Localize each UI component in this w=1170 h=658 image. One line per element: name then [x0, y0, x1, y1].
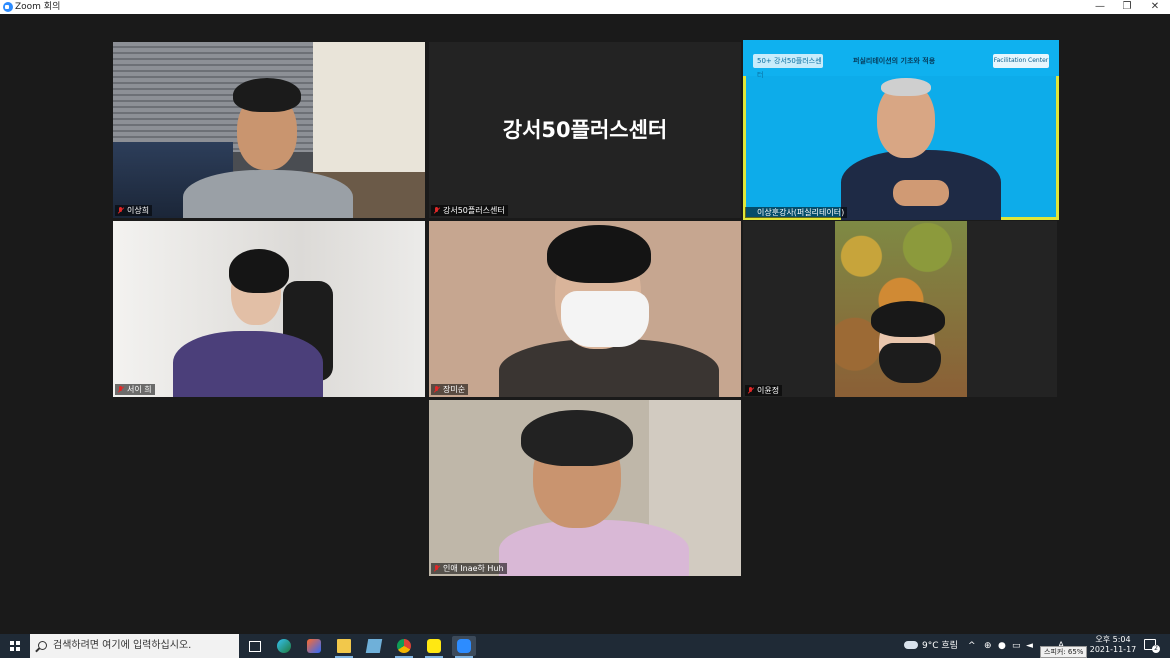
participant-body — [183, 170, 353, 218]
taskbar-edge[interactable] — [272, 636, 296, 656]
participant-6-video — [835, 221, 967, 397]
display-icon[interactable]: ▭ — [1012, 634, 1021, 658]
video-tile-participant-7[interactable]: 인애 Inae하 Huh — [429, 400, 741, 576]
participant-name-label: 서이 희 — [115, 384, 155, 395]
participant-name: 서이 희 — [127, 385, 152, 394]
muted-mic-icon — [434, 565, 440, 572]
network-icon[interactable]: ⊕ — [984, 634, 992, 658]
taskbar-search-box[interactable]: 검색하려면 여기에 입력하십시오. — [30, 634, 239, 658]
taskbar-notepad[interactable] — [362, 636, 386, 656]
task-view-button[interactable] — [243, 636, 267, 656]
participant-name-label: 이상훈강사(퍼실리테이터) — [745, 207, 848, 218]
minimize-button[interactable]: — — [1086, 0, 1114, 14]
clock-date: 2021-11-17 — [1089, 645, 1137, 654]
participant-hands — [893, 180, 949, 206]
speaker-volume-tooltip: 스피커: 65% — [1040, 646, 1088, 658]
clock-time: 오후 5:04 — [1095, 635, 1131, 644]
participant-hair — [547, 225, 651, 283]
zoom-app-icon — [3, 2, 13, 12]
search-placeholder: 검색하려면 여기에 입력하십시오. — [53, 640, 192, 651]
taskbar-clock[interactable]: 오후 5:04 2021-11-17 — [1088, 635, 1138, 655]
muted-mic-icon — [748, 387, 754, 394]
chevron-up-icon[interactable]: ^ — [968, 634, 976, 658]
notification-center-icon[interactable]: 2 — [1144, 639, 1160, 653]
folder-icon — [337, 639, 351, 653]
participant-name: 장미순 — [443, 385, 466, 394]
zoom-icon — [457, 639, 471, 653]
participant-hair — [881, 78, 931, 96]
slide-banner: 50+ 강서50플러스센터 퍼실리테이션의 기초와 적용 Facilitatio… — [743, 40, 1059, 79]
participant-body — [173, 331, 323, 397]
windows-taskbar: 검색하려면 여기에 입력하십시오. 9°C 흐림 ^ ⊕ ● ▭ ◄ A 오후 … — [0, 634, 1170, 658]
participant-name: 인애 Inae하 Huh — [443, 564, 504, 573]
taskbar-chrome[interactable] — [392, 636, 416, 658]
participant-name: 이상희 — [127, 206, 150, 215]
taskbar-file-explorer[interactable] — [332, 636, 356, 658]
muted-mic-icon — [118, 386, 124, 393]
participant-hair — [871, 301, 945, 337]
taskbar-app-orange[interactable] — [302, 636, 326, 656]
taskbar-zoom[interactable] — [452, 636, 476, 658]
kakaotalk-icon — [427, 639, 441, 653]
participant-name: 강서50플러스센터 — [443, 206, 505, 215]
taskbar-kakaotalk[interactable] — [422, 636, 446, 658]
participant-name-label: 장미순 — [431, 384, 469, 395]
participant-hair — [229, 249, 289, 293]
edge-icon — [277, 639, 291, 653]
participant-hair — [521, 410, 633, 466]
windows-logo-icon — [10, 641, 20, 651]
participant-name-label: 이윤정 — [745, 385, 783, 396]
muted-mic-icon — [434, 207, 440, 214]
chrome-icon — [397, 639, 411, 653]
muted-mic-icon — [434, 386, 440, 393]
center-logo: 50+ 강서50플러스센터 — [753, 54, 823, 79]
title-bar: Zoom 회의 — ❐ ✕ — [0, 0, 1170, 14]
microphone-icon[interactable]: ● — [998, 634, 1006, 658]
face-mask — [879, 343, 941, 383]
participant-hair — [233, 78, 301, 112]
participant-name-label: 인애 Inae하 Huh — [431, 563, 507, 574]
notepad-icon — [365, 639, 383, 653]
video-tile-active-speaker[interactable]: 50+ 강서50플러스센터 퍼실리테이션의 기초와 적용 Facilitatio… — [743, 40, 1059, 220]
participant-name: 이윤정 — [757, 386, 780, 395]
video-tile-participant-4[interactable]: 서이 희 — [113, 221, 425, 397]
slide-title: 퍼실리테이션의 기초와 적용 — [853, 57, 936, 65]
close-button[interactable]: ✕ — [1141, 0, 1169, 14]
search-icon — [38, 641, 47, 650]
video-tile-participant-1[interactable]: 이상희 — [113, 42, 425, 218]
participant-name-label: 이상희 — [115, 205, 153, 216]
weather-text[interactable]: 9°C 흐림 — [922, 634, 958, 658]
speaker-icon[interactable]: ◄ — [1026, 634, 1033, 658]
video-tile-participant-2[interactable]: 강서50플러스센터 강서50플러스센터 — [429, 42, 741, 218]
cloud-icon — [904, 641, 918, 649]
face-mask — [561, 291, 649, 347]
app-icon — [307, 639, 321, 653]
video-off-name: 강서50플러스센터 — [502, 118, 668, 142]
muted-mic-icon — [118, 207, 124, 214]
participant-name: 이상훈강사(퍼실리테이터) — [757, 208, 845, 217]
window-title: Zoom 회의 — [15, 2, 61, 12]
start-button[interactable] — [0, 634, 30, 658]
facilitation-logo: Facilitation Center — [993, 54, 1049, 68]
task-view-icon — [249, 641, 261, 652]
video-tile-participant-5[interactable]: 장미순 — [429, 221, 741, 397]
participant-body — [499, 520, 689, 576]
notification-count: 2 — [1152, 645, 1160, 653]
restore-button[interactable]: ❐ — [1113, 0, 1141, 14]
participant-name-label: 강서50플러스센터 — [431, 205, 508, 216]
